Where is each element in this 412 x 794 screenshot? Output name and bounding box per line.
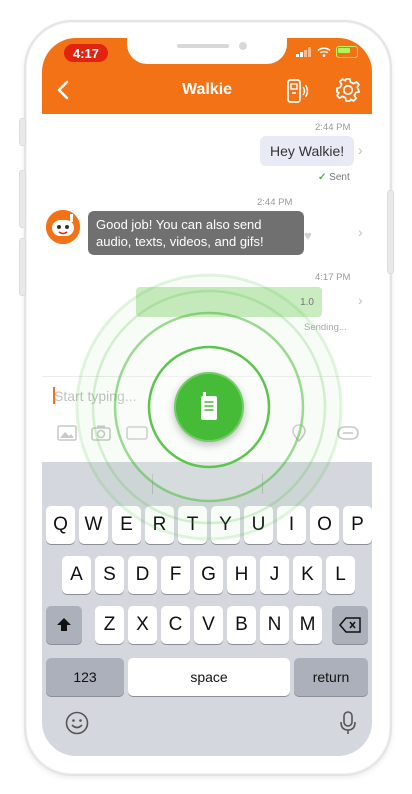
return-key[interactable]: return [294, 658, 368, 696]
predictive-bar [42, 462, 372, 506]
key-q[interactable]: Q [46, 506, 75, 544]
key-s[interactable]: S [95, 556, 124, 594]
backspace-icon [339, 617, 361, 633]
key-z[interactable]: Z [95, 606, 124, 644]
key-b[interactable]: B [227, 606, 256, 644]
key-d[interactable]: D [128, 556, 157, 594]
delete-key[interactable] [332, 606, 368, 644]
battery-icon [336, 46, 358, 58]
message-timestamp: 4:17 PM [315, 272, 351, 283]
key-u[interactable]: U [244, 506, 273, 544]
message-timestamp: 2:44 PM [257, 197, 293, 208]
app-screen: 4:17 Walkie 2:44 PM Hey Walkie! › ✓ Sent… [42, 38, 372, 756]
chevron-right-icon[interactable]: › [358, 142, 363, 158]
microphone-icon[interactable] [338, 710, 358, 736]
walkie-talkie-icon [201, 392, 217, 420]
message-bubble-outgoing[interactable]: Hey Walkie! [260, 136, 355, 166]
key-m[interactable]: M [293, 606, 322, 644]
emoji-icon[interactable] [64, 710, 90, 736]
key-o[interactable]: O [310, 506, 339, 544]
key-g[interactable]: G [194, 556, 223, 594]
key-c[interactable]: C [161, 606, 190, 644]
chevron-right-icon[interactable]: › [358, 224, 363, 240]
message-status-text: Sent [329, 172, 350, 183]
key-v[interactable]: V [194, 606, 223, 644]
chevron-right-icon[interactable]: › [358, 292, 363, 308]
key-y[interactable]: Y [211, 506, 240, 544]
walkie-mascot-icon [46, 210, 80, 244]
key-i[interactable]: I [277, 506, 306, 544]
message-bubble-incoming[interactable]: Good job! You can also send audio, texts… [88, 211, 304, 255]
power-button [387, 190, 394, 274]
silent-switch [19, 118, 26, 146]
numbers-key[interactable]: 123 [46, 658, 124, 696]
message-status: ✓ Sent [318, 172, 350, 183]
key-a[interactable]: A [62, 556, 91, 594]
volume-up-button [19, 170, 26, 228]
gear-icon[interactable] [334, 76, 362, 104]
camera-icon[interactable] [90, 423, 112, 443]
heart-icon[interactable]: ♥ [304, 228, 312, 243]
message-status: Sending... [304, 322, 347, 333]
checkmark-icon: ✓ [318, 172, 327, 183]
shift-arrow-icon [57, 618, 71, 631]
avatar[interactable] [46, 210, 80, 244]
status-time: 4:17 [64, 44, 108, 62]
location-icon[interactable] [288, 423, 310, 443]
nav-bar: Walkie [42, 68, 372, 114]
sticker-icon[interactable] [336, 423, 360, 443]
key-h[interactable]: H [227, 556, 256, 594]
key-e[interactable]: E [112, 506, 141, 544]
message-timestamp: 2:44 PM [315, 122, 351, 133]
key-f[interactable]: F [161, 556, 190, 594]
push-to-talk-button[interactable] [174, 372, 244, 442]
key-w[interactable]: W [79, 506, 108, 544]
cellular-signal-icon [296, 47, 311, 57]
key-t[interactable]: T [178, 506, 207, 544]
key-x[interactable]: X [128, 606, 157, 644]
wifi-icon [317, 47, 331, 57]
walkie-talkie-icon[interactable] [282, 77, 310, 105]
key-r[interactable]: R [145, 506, 174, 544]
keyboard: QWERTYUIOP ASDFGHJKL ZXCVBNM 123 space r… [42, 462, 372, 756]
notch [127, 38, 287, 64]
gif-icon[interactable] [126, 423, 148, 443]
photo-icon[interactable] [56, 423, 78, 443]
message-input[interactable]: Start typing... [54, 388, 136, 404]
voice-message-bubble[interactable]: 1.0 [136, 287, 322, 317]
space-key[interactable]: space [128, 658, 290, 696]
status-bar: 4:17 [42, 38, 372, 68]
voice-message-duration: 1.0 [300, 296, 314, 308]
shift-key[interactable] [46, 606, 82, 644]
key-l[interactable]: L [326, 556, 355, 594]
page-title: Walkie [181, 81, 233, 98]
status-icons [296, 46, 358, 58]
key-n[interactable]: N [260, 606, 289, 644]
chat-list: 2:44 PM Hey Walkie! › ✓ Sent 2:44 PM Goo… [42, 114, 372, 376]
key-j[interactable]: J [260, 556, 289, 594]
key-p[interactable]: P [343, 506, 372, 544]
volume-down-button [19, 238, 26, 296]
key-k[interactable]: K [293, 556, 322, 594]
